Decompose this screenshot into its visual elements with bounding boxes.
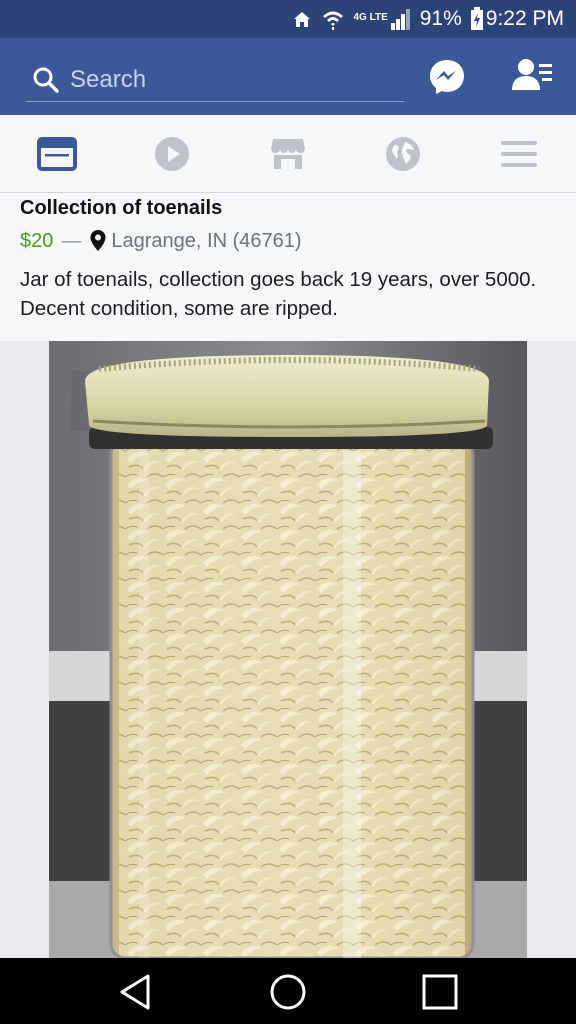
friend-requests-icon <box>512 59 552 90</box>
search-box[interactable] <box>26 58 404 102</box>
price-location-row: $20 — Lagrange, IN (46761) <box>20 229 302 253</box>
separator: — <box>61 229 82 252</box>
hotspot-icon <box>291 8 313 30</box>
news-feed-icon <box>37 137 77 171</box>
messenger-icon <box>430 60 464 94</box>
clock: 9:22 PM <box>485 7 564 30</box>
tab-video[interactable] <box>152 135 192 173</box>
post-title[interactable]: Collection of toenails <box>20 197 222 220</box>
listing-photo[interactable] <box>49 341 527 958</box>
app-header <box>0 38 576 115</box>
wifi-icon <box>321 8 345 30</box>
tab-menu[interactable] <box>499 135 539 173</box>
location[interactable]: Lagrange, IN (46761) <box>111 230 301 253</box>
search-input[interactable] <box>70 65 390 94</box>
tab-notifications[interactable] <box>383 135 423 173</box>
home-button[interactable] <box>266 970 310 1014</box>
location-pin-icon <box>90 230 106 251</box>
battery-icon <box>470 7 484 31</box>
search-icon <box>33 67 59 93</box>
home-icon <box>270 974 306 1010</box>
status-bar: 4G LTE 91% 9:22 PM <box>0 0 576 38</box>
back-button[interactable] <box>114 970 158 1014</box>
tab-news-feed[interactable] <box>37 135 77 173</box>
battery-percent: 91% <box>419 7 462 30</box>
recents-button[interactable] <box>418 970 462 1014</box>
network-label: 4G LTE <box>353 12 388 23</box>
signal-icon: 4G LTE <box>353 7 411 31</box>
recents-icon <box>422 974 458 1010</box>
play-icon <box>155 137 189 171</box>
tab-bar <box>0 115 576 193</box>
shop-icon <box>271 139 305 169</box>
price: $20 <box>20 229 54 252</box>
tab-marketplace[interactable] <box>268 135 308 173</box>
post-description: Jar of toenails, collection goes back 19… <box>20 268 537 320</box>
system-nav-bar <box>0 958 576 1024</box>
back-icon <box>120 974 150 1010</box>
jar-of-toenails-image <box>49 341 527 958</box>
messenger-button[interactable] <box>428 58 466 96</box>
photo-area <box>0 341 576 958</box>
menu-icon <box>501 141 537 167</box>
globe-icon <box>386 137 420 171</box>
marketplace-post: Collection of toenails $20 — Lagrange, I… <box>0 193 576 341</box>
friend-requests-button[interactable] <box>512 56 554 96</box>
